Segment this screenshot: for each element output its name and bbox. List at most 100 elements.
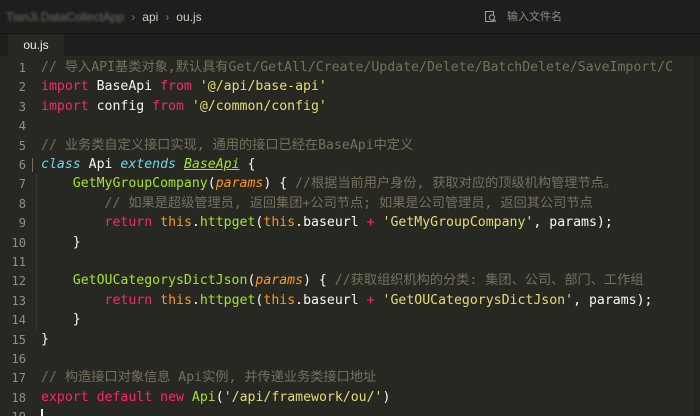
line-number: 14 xyxy=(11,313,26,328)
indent-guide xyxy=(36,174,37,330)
code-line[interactable]: 13 return this.httpget(this.baseurl + 'G… xyxy=(0,291,700,311)
code-token: 'GetOUCategorysDictJson' xyxy=(382,292,574,308)
search-input[interactable]: 输入文件名 xyxy=(507,8,562,24)
code-token: '@/api/base-api' xyxy=(199,79,327,95)
code-token: { xyxy=(239,157,256,172)
tab-ou-js[interactable]: ou.js xyxy=(8,34,64,56)
line-number: 10 xyxy=(11,235,26,250)
code-line[interactable]: 2 import BaseApi from '@/api/base-api' xyxy=(0,77,700,97)
text-cursor xyxy=(41,409,43,416)
code-text: import config from '@/common/config' xyxy=(41,97,327,117)
code-token: + xyxy=(366,215,375,231)
chevron-right-icon: › xyxy=(131,9,136,24)
code-token: this xyxy=(263,215,296,231)
code-text: // 导入API基类对象,默认具有Get/GetAll/Create/Updat… xyxy=(41,58,673,78)
line-number: 8 xyxy=(18,196,26,211)
code-line[interactable]: 9 return this.httpget(this.baseurl + 'Ge… xyxy=(0,213,700,233)
line-number: 13 xyxy=(11,293,26,308)
code-token: , params); xyxy=(533,215,613,231)
code-line[interactable]: 15} xyxy=(0,330,700,350)
code-token: params xyxy=(215,176,264,192)
code-line[interactable]: 12 GetOUCategorysDictJson(params) { //获取… xyxy=(0,271,700,291)
code-token: from xyxy=(152,98,184,114)
code-text: GetMyGroupCompany(params) { //根据当前用户身份, … xyxy=(41,174,617,194)
code-token: } xyxy=(41,312,81,328)
vertical-scrollbar[interactable] xyxy=(694,56,700,416)
line-number: 6 xyxy=(18,158,26,172)
code-token: this xyxy=(263,292,296,308)
code-token: GetMyGroupCompany xyxy=(72,176,208,192)
breadcrumb-root[interactable]: TianJi.DataCollectApp xyxy=(6,10,124,24)
code-token: class xyxy=(41,157,81,172)
code-line[interactable]: 11 xyxy=(0,252,700,272)
code-token: , params); xyxy=(573,292,653,308)
search-file-icon xyxy=(485,10,497,22)
breadcrumb-item-api[interactable]: api xyxy=(142,10,158,24)
line-number: 3 xyxy=(18,99,26,114)
code-line[interactable]: 16 xyxy=(0,349,700,369)
code-token: . xyxy=(191,292,200,308)
code-line[interactable]: 18 export default new Api('/api/framework… xyxy=(0,388,700,408)
line-number: 5 xyxy=(18,138,26,153)
code-token: httpget xyxy=(199,215,256,231)
code-line[interactable]: 3 import config from '@/common/config' xyxy=(0,97,700,117)
code-line[interactable]: 8 // 如果是超级管理员, 返回集团+公司节点; 如果是公司管理员, 返回其公… xyxy=(0,194,700,214)
tab-strip: ou.js xyxy=(0,34,700,56)
breadcrumb-item-file[interactable]: ou.js xyxy=(176,10,201,24)
fold-marker-icon[interactable] xyxy=(32,158,40,172)
code-token: //根据当前用户身份, 获取对应的顶级机构管理节点。 xyxy=(295,176,617,192)
code-line[interactable]: 6 class Api extends BaseApi { xyxy=(0,155,700,175)
code-token: BaseApi xyxy=(88,79,161,95)
code-token: export xyxy=(41,389,89,405)
code-text: } xyxy=(41,310,81,330)
code-line[interactable]: 19 xyxy=(0,407,700,416)
code-token: // 导入API基类对象,默认具有Get/GetAll/Create/Updat… xyxy=(41,60,674,75)
code-line[interactable]: 14 } xyxy=(0,310,700,330)
line-number: 18 xyxy=(11,390,26,405)
code-token: default xyxy=(96,389,153,405)
code-line[interactable]: 1 // 导入API基类对象,默认具有Get/GetAll/Create/Upda… xyxy=(0,58,700,78)
code-token: 'GetMyGroupCompany' xyxy=(382,215,534,231)
code-token: BaseApi xyxy=(183,157,240,172)
code-token: extends xyxy=(120,157,176,172)
code-token: import xyxy=(41,98,89,114)
code-line[interactable]: 10 } xyxy=(0,233,700,253)
code-token: + xyxy=(366,292,375,308)
code-token: Api xyxy=(80,157,121,172)
code-text: GetOUCategorysDictJson(params) { //获取组织机… xyxy=(41,271,644,291)
code-text: return this.httpget(this.baseurl + 'GetO… xyxy=(41,291,653,311)
code-token: this xyxy=(160,292,192,308)
code-text: // 业务类自定义接口实现, 通用的接口已经在BaseApi中定义 xyxy=(41,136,413,156)
line-number: 16 xyxy=(11,352,26,366)
code-line[interactable]: 17 // 构造接口对象信息 Api实例, 并传递业务类接口地址 xyxy=(0,368,700,388)
code-editor[interactable]: 1 // 导入API基类对象,默认具有Get/GetAll/Create/Upda… xyxy=(0,56,700,416)
code-token: } xyxy=(41,331,49,347)
code-token: .baseurl xyxy=(295,292,367,308)
code-token: ( xyxy=(215,389,224,405)
code-token: ) { xyxy=(303,273,335,289)
file-search[interactable]: 输入文件名 xyxy=(484,8,562,24)
line-number: 15 xyxy=(11,332,26,347)
chevron-right-icon: › xyxy=(165,9,170,24)
code-line[interactable]: 5 // 业务类自定义接口实现, 通用的接口已经在BaseApi中定义 xyxy=(0,136,700,156)
code-line[interactable]: 7 GetMyGroupCompany(params) { //根据当前用户身份… xyxy=(0,174,700,194)
code-token: '@/common/config' xyxy=(191,98,327,114)
code-token: ) { xyxy=(263,176,296,192)
title-bar: TianJi.DataCollectApp › api › ou.js 输入文件… xyxy=(0,0,700,34)
code-token: httpget xyxy=(199,292,256,308)
code-token: GetOUCategorysDictJson xyxy=(72,273,248,289)
code-token: Api xyxy=(191,389,216,405)
line-number: 7 xyxy=(18,177,26,192)
code-line[interactable]: 4 xyxy=(0,116,700,136)
code-token: //获取组织机构的分类: 集团、公司、部门、工作组 xyxy=(334,273,644,289)
